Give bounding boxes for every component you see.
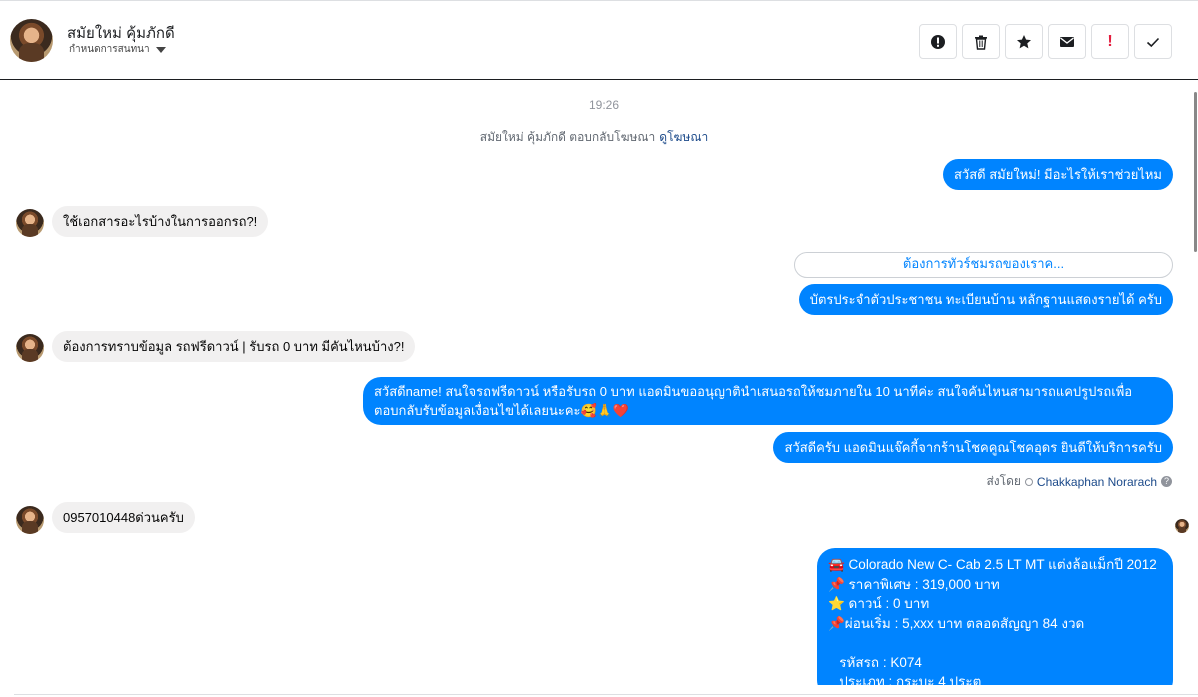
card-line-code: รหัสรถ : K074 — [828, 654, 922, 670]
important-button[interactable]: ! — [1091, 24, 1129, 59]
message-line: สวัสดีname! สนใจรถฟรีดาวน์ หรือรับรถ 0 บ… — [374, 384, 1133, 399]
view-ad-link[interactable]: ดูโฆษณา — [659, 130, 708, 144]
message-bubble-outgoing[interactable]: สวัสดีname! สนใจรถฟรีดาวน์ หรือรับรถ 0 บ… — [363, 377, 1173, 425]
help-icon[interactable]: ? — [1161, 476, 1172, 487]
message-bubble-incoming[interactable]: 0957010448ด่วนครับ — [52, 502, 195, 533]
spam-alert-icon — [931, 34, 945, 49]
ad-reply-note: สมัยใหม่ คุ้มภักดี ตอบกลับโฆษณา ดูโฆษณา — [0, 128, 1188, 147]
card-line-type: ประเภท : กระบะ 4 ประตู — [828, 674, 982, 685]
trash-icon — [975, 35, 987, 50]
seen-avatar-icon — [1175, 519, 1189, 533]
mail-icon — [1060, 36, 1074, 47]
card-line-installment: 📌ผ่อนเริ่ม : 5,xxx บาท ตลอดสัญญา 84 งวด — [828, 615, 1085, 631]
delete-button[interactable] — [962, 24, 1000, 59]
caret-down-icon — [155, 46, 166, 53]
composer-divider — [14, 694, 1198, 695]
scrollbar-thumb[interactable] — [1194, 92, 1197, 252]
message-bubble-incoming[interactable]: ต้องการทราบข้อมูล รถฟรีดาวน์ | รับรถ 0 บ… — [52, 331, 416, 362]
message-bubble-outgoing[interactable]: สวัสดีครับ แอดมินแจ๊คกี้จากร้านโชคคูณโชค… — [773, 432, 1173, 463]
check-icon — [1146, 37, 1160, 47]
contact-avatar — [16, 334, 44, 362]
timestamp: 19:26 — [588, 98, 620, 112]
star-icon — [1017, 34, 1031, 48]
card-line-title: 🚘 Colorado New C- Cab 2.5 LT MT แต่งล้อแ… — [828, 557, 1157, 572]
message-thread[interactable]: 19:26 สมัยใหม่ คุ้มภักดี ตอบกลับโฆษณา ดูโ… — [0, 80, 1198, 685]
message-bubble-outgoing[interactable]: สวัสดี สมัยใหม่! มีอะไรให้เราช่วยไหม — [943, 159, 1173, 190]
message-bubble-incoming[interactable]: ใช้เอกสารอะไรบ้างในการออกรถ?! — [52, 206, 269, 237]
done-button[interactable] — [1134, 24, 1172, 59]
contact-avatar[interactable] — [10, 19, 53, 62]
verified-icon — [1024, 477, 1033, 486]
message-bubble-outgoing[interactable]: บัตรประจำตัวประชาชน ทะเบียนบ้าน หลักฐานแ… — [798, 284, 1173, 315]
vehicle-card-message[interactable]: 🚘 Colorado New C- Cab 2.5 LT MT แต่งล้อแ… — [817, 548, 1173, 685]
contact-avatar — [16, 506, 44, 534]
ad-reply-text: สมัยใหม่ คุ้มภักดี ตอบกลับโฆษณา — [479, 130, 656, 144]
card-line-price: 📌 ราคาพิเศษ : 319,000 บาท — [828, 576, 1000, 592]
sent-by-label: ส่งโดย — [986, 474, 1021, 488]
quick-reply-button[interactable]: ต้องการทัวร์ชมรถของเราค... — [794, 252, 1173, 278]
card-line-down: ⭐ ดาวน์ : 0 บาท — [828, 596, 930, 611]
header-actions: ! — [919, 24, 1172, 59]
sender-name-link[interactable]: Chakkaphan Norarach — [1037, 475, 1157, 489]
spam-alert-button[interactable] — [919, 24, 957, 59]
conversation-header: สมัยใหม่ คุ้มภักดี กำหนดการสนทนา ! — [0, 0, 1198, 80]
sent-by-info: ส่งโดย Chakkaphan Norarach ? — [986, 472, 1172, 491]
contact-avatar — [16, 209, 44, 237]
conversation-status-label: กำหนดการสนทนา — [69, 44, 150, 55]
star-button[interactable] — [1005, 24, 1043, 59]
conversation-status-dropdown[interactable]: กำหนดการสนทนา — [69, 42, 166, 57]
message-line: ตอบกลับรับข้อมูลเงื่อนไขได้เลยนะคะ🥰🙏❤️ — [374, 403, 630, 418]
important-icon: ! — [1107, 32, 1113, 50]
card-line-blank — [828, 633, 1162, 653]
mail-button[interactable] — [1048, 24, 1086, 59]
